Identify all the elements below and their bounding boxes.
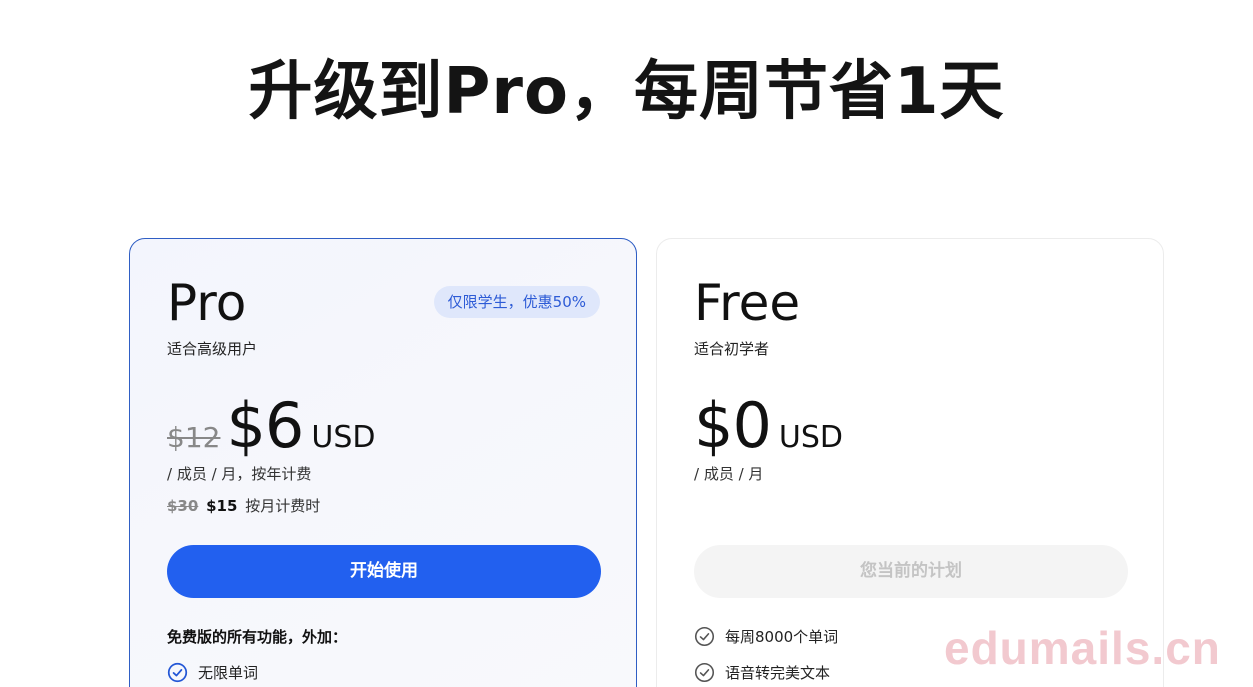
monthly-price-note: $30 $15 按月计费时 bbox=[167, 496, 320, 516]
currency: USD bbox=[778, 420, 844, 455]
plan-description: 适合初学者 bbox=[694, 340, 770, 358]
check-circle-icon bbox=[694, 662, 715, 682]
monthly-suffix: 按月计费时 bbox=[245, 497, 321, 515]
pricing-page: 升级到Pro，每周节省1天 Pro 仅限学生，优惠50% 适合高级用户 $12 … bbox=[0, 0, 1253, 687]
plan-description: 适合高级用户 bbox=[167, 340, 258, 358]
plan-name: Free bbox=[694, 274, 801, 332]
feature-item: 无限单词 bbox=[167, 661, 258, 683]
price: $0 bbox=[694, 389, 772, 462]
billing-note: / 成员 / 月，按年计费 bbox=[167, 465, 312, 483]
original-price: $12 bbox=[167, 421, 221, 454]
check-circle-icon bbox=[167, 662, 188, 682]
feature-item: 每周8000个单词 bbox=[694, 625, 838, 647]
watermark: edumails.cn bbox=[944, 622, 1221, 674]
check-circle-icon bbox=[694, 626, 715, 646]
monthly-discount-price: $15 bbox=[206, 497, 238, 515]
current-plan-button[interactable]: 您当前的计划 bbox=[694, 545, 1128, 598]
plan-name: Pro bbox=[167, 274, 247, 332]
feature-item: 语音转完美文本 bbox=[694, 661, 830, 683]
feature-label: 语音转完美文本 bbox=[725, 663, 831, 682]
page-title: 升级到Pro，每周节省1天 bbox=[248, 55, 1005, 129]
feature-label: 每周8000个单词 bbox=[725, 627, 839, 646]
monthly-original-price: $30 bbox=[167, 497, 199, 515]
pro-plan-card: Pro 仅限学生，优惠50% 适合高级用户 $12 $6 USD / 成员 / … bbox=[129, 238, 637, 687]
currency: USD bbox=[311, 420, 376, 455]
feature-label: 无限单词 bbox=[198, 663, 259, 682]
get-started-button[interactable]: 开始使用 bbox=[167, 545, 601, 598]
features-title: 免费版的所有功能，外加： bbox=[167, 628, 348, 646]
student-discount-badge: 仅限学生，优惠50% bbox=[433, 286, 600, 318]
price-row: $0 USD bbox=[694, 389, 844, 462]
price: $6 bbox=[226, 389, 304, 462]
price-row: $12 $6 USD bbox=[167, 389, 376, 462]
billing-note: / 成员 / 月 bbox=[694, 465, 764, 483]
